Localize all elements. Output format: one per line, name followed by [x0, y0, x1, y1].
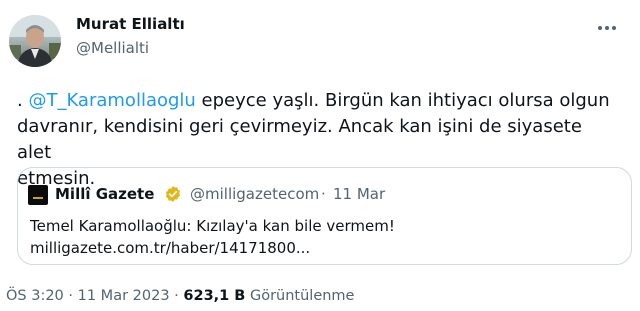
view-count-label: Görüntülenme — [245, 288, 355, 304]
verified-badge-icon — [165, 186, 181, 202]
avatar[interactable] — [9, 15, 61, 67]
tweet-date[interactable]: 11 Mar 2023 — [78, 288, 170, 304]
quoted-tweet-card[interactable]: Millî Gazete @milligazetecom · 11 Mar Te… — [17, 167, 632, 265]
milli-gazete-logo — [28, 185, 48, 205]
view-count: 623,1 B — [183, 288, 246, 304]
author-name[interactable]: Murat Ellialtı — [76, 15, 185, 33]
quote-author-handle: @milligazetecom — [190, 185, 320, 203]
mention-link[interactable]: @T_Karamollaoglu — [28, 90, 195, 111]
quote-text-line1: Temel Karamollaoğlu: Kızılay'a kan bile … — [30, 217, 395, 235]
author-handle[interactable]: @Mellialti — [76, 39, 149, 57]
quote-author-name: Millî Gazete — [55, 185, 155, 203]
more-options-button[interactable] — [590, 16, 624, 40]
meta-separator: · — [63, 288, 78, 304]
tweet-text-prefix: . — [17, 90, 29, 111]
quote-separator: · — [321, 185, 326, 203]
meta-separator: · — [169, 288, 184, 304]
tweet-time[interactable]: ÖS 3:20 — [6, 288, 64, 304]
more-horizontal-icon — [598, 26, 602, 30]
tweet: Murat Ellialtı @Mellialti . @T_Karamolla… — [0, 0, 640, 311]
tweet-text-line1: epeyce yaşlı. Birgün kan ihtiyacı olursa… — [195, 90, 610, 111]
quote-date[interactable]: 11 Mar — [333, 185, 385, 203]
tweet-metadata: ÖS 3:20 · 11 Mar 2023 · 623,1 B Görüntül… — [6, 288, 354, 304]
quote-text: Temel Karamollaoğlu: Kızılay'a kan bile … — [30, 215, 620, 259]
tweet-text-line2: davranır, kendisini geri çevirmeyiz. Anc… — [17, 116, 582, 163]
quote-text-line2: milligazete.com.tr/haber/14171800... — [30, 239, 311, 257]
